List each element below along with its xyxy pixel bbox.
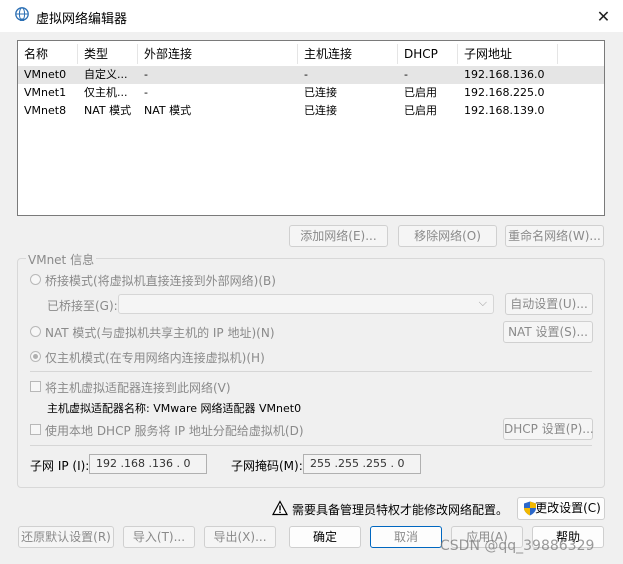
- cell-host: 已连接: [304, 86, 337, 99]
- subnet-ip-input[interactable]: 192 .168 .136 . 0: [89, 454, 207, 474]
- cell-type: NAT 模式: [84, 104, 132, 117]
- column-header-name[interactable]: 名称: [18, 44, 78, 64]
- subnet-mask-input[interactable]: 255 .255 .255 . 0: [303, 454, 421, 474]
- add-network-button[interactable]: 添加网络(E)...: [289, 225, 388, 247]
- warning-icon: [272, 500, 288, 516]
- column-header-host[interactable]: 主机连接: [298, 44, 398, 64]
- uac-shield-icon: [524, 501, 536, 516]
- cell-subnet: 192.168.139.0: [464, 104, 545, 117]
- connect-adapter-label: 将主机虚拟适配器连接到此网络(V): [45, 381, 231, 395]
- host-only-radio[interactable]: [30, 351, 41, 362]
- dhcp-checkbox[interactable]: [30, 424, 41, 435]
- watermark-text: CSDN @qq_39886329: [440, 538, 595, 554]
- cell-dhcp: 已启用: [404, 104, 437, 117]
- table-row-vmnet8[interactable]: VMnet8 NAT 模式 NAT 模式 已连接 已启用 192.168.139…: [18, 102, 604, 120]
- export-button[interactable]: 导出(X)...: [204, 526, 276, 548]
- vmnet-info-title: VMnet 信息: [26, 251, 97, 268]
- network-list[interactable]: 名称 类型 外部连接 主机连接 DHCP 子网地址 VMnet0 自定义... …: [17, 40, 605, 216]
- column-header-type[interactable]: 类型: [78, 44, 138, 64]
- cell-host: -: [304, 68, 308, 81]
- cell-external: -: [144, 68, 148, 81]
- cell-type: 自定义...: [84, 68, 128, 81]
- nat-settings-button[interactable]: NAT 设置(S)...: [503, 321, 593, 343]
- cell-name: VMnet1: [24, 86, 67, 99]
- subnet-ip-label: 子网 IP (I):: [30, 459, 90, 473]
- table-row-vmnet0[interactable]: VMnet0 自定义... - - - 192.168.136.0: [18, 66, 604, 84]
- cell-external: NAT 模式: [144, 104, 192, 117]
- admin-warning-text: 需要具备管理员特权才能修改网络配置。: [292, 503, 509, 517]
- cell-host: 已连接: [304, 104, 337, 117]
- subnet-mask-label: 子网掩码(M):: [231, 459, 303, 473]
- ok-button[interactable]: 确定: [289, 526, 361, 548]
- bridged-to-select[interactable]: ⌵: [118, 294, 494, 314]
- rename-network-button[interactable]: 重命名网络(W)...: [505, 225, 604, 247]
- network-globe-icon: [15, 7, 29, 21]
- column-header-external[interactable]: 外部连接: [138, 44, 298, 64]
- bridge-mode-radio[interactable]: [30, 274, 41, 285]
- close-button[interactable]: ✕: [584, 0, 623, 32]
- bridged-to-label: 已桥接至(G):: [47, 299, 118, 313]
- auto-settings-button[interactable]: 自动设置(U)...: [505, 293, 593, 315]
- list-header: 名称 类型 外部连接 主机连接 DHCP 子网地址: [18, 41, 604, 65]
- remove-network-button[interactable]: 移除网络(O): [398, 225, 497, 247]
- column-header-subnet[interactable]: 子网地址: [458, 44, 558, 64]
- dhcp-settings-button[interactable]: DHCP 设置(P)...: [503, 418, 594, 440]
- nat-mode-radio[interactable]: [30, 326, 41, 337]
- host-only-label: 仅主机模式(在专用网络内连接虚拟机)(H): [45, 351, 265, 365]
- window-title: 虚拟网络编辑器: [36, 12, 128, 27]
- import-button[interactable]: 导入(T)...: [123, 526, 195, 548]
- cell-name: VMnet8: [24, 104, 67, 117]
- change-settings-label: 更改设置(C): [535, 501, 601, 515]
- cell-type: 仅主机...: [84, 86, 128, 99]
- bridge-mode-label: 桥接模式(将虚拟机直接连接到外部网络)(B): [45, 274, 276, 288]
- adapter-name-text: 主机虚拟适配器名称: VMware 网络适配器 VMnet0: [47, 402, 302, 415]
- cell-dhcp: 已启用: [404, 86, 437, 99]
- divider: [30, 371, 592, 372]
- connect-adapter-checkbox[interactable]: [30, 381, 41, 392]
- table-row-vmnet1[interactable]: VMnet1 仅主机... - 已连接 已启用 192.168.225.0: [18, 84, 604, 102]
- column-header-dhcp[interactable]: DHCP: [398, 44, 458, 64]
- cell-external: -: [144, 86, 148, 99]
- chevron-down-icon: ⌵: [478, 296, 487, 309]
- cell-dhcp: -: [404, 68, 408, 81]
- nat-mode-label: NAT 模式(与虚拟机共享主机的 IP 地址)(N): [45, 326, 275, 340]
- cell-name: VMnet0: [24, 68, 67, 81]
- change-settings-button[interactable]: 更改设置(C): [517, 497, 605, 520]
- cancel-button[interactable]: 取消: [370, 526, 442, 548]
- cell-subnet: 192.168.136.0: [464, 68, 545, 81]
- cell-subnet: 192.168.225.0: [464, 86, 545, 99]
- restore-defaults-button[interactable]: 还原默认设置(R): [18, 526, 114, 548]
- divider: [30, 445, 592, 446]
- dhcp-label: 使用本地 DHCP 服务将 IP 地址分配给虚拟机(D): [45, 424, 304, 438]
